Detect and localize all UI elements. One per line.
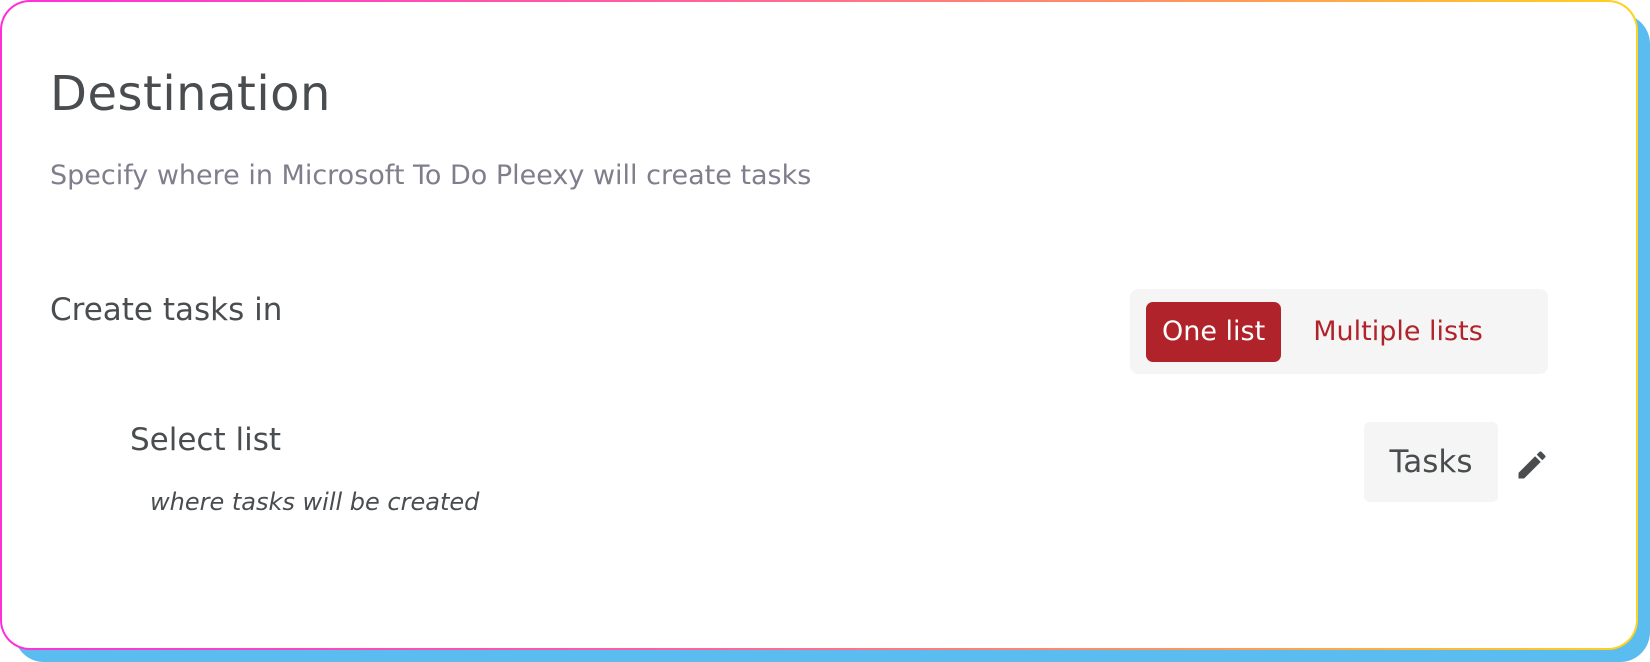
- selected-list-value[interactable]: Tasks: [1364, 422, 1498, 502]
- page-title: Destination: [50, 66, 331, 122]
- pencil-icon[interactable]: [1514, 445, 1550, 485]
- one-list-button[interactable]: One list: [1146, 301, 1282, 362]
- select-list-hint: where tasks will be created: [150, 488, 480, 516]
- card-border: Destination Specify where in Microsoft T…: [0, 0, 1638, 650]
- page: Destination Specify where in Microsoft T…: [0, 0, 1650, 662]
- list-mode-toggle: One list Multiple lists: [1130, 289, 1548, 374]
- page-subtitle: Specify where in Microsoft To Do Pleexy …: [50, 160, 812, 191]
- multiple-lists-button[interactable]: Multiple lists: [1281, 302, 1483, 362]
- create-tasks-label: Create tasks in: [50, 292, 283, 328]
- select-list-label: Select list: [130, 422, 282, 458]
- destination-card: Destination Specify where in Microsoft T…: [2, 2, 1636, 648]
